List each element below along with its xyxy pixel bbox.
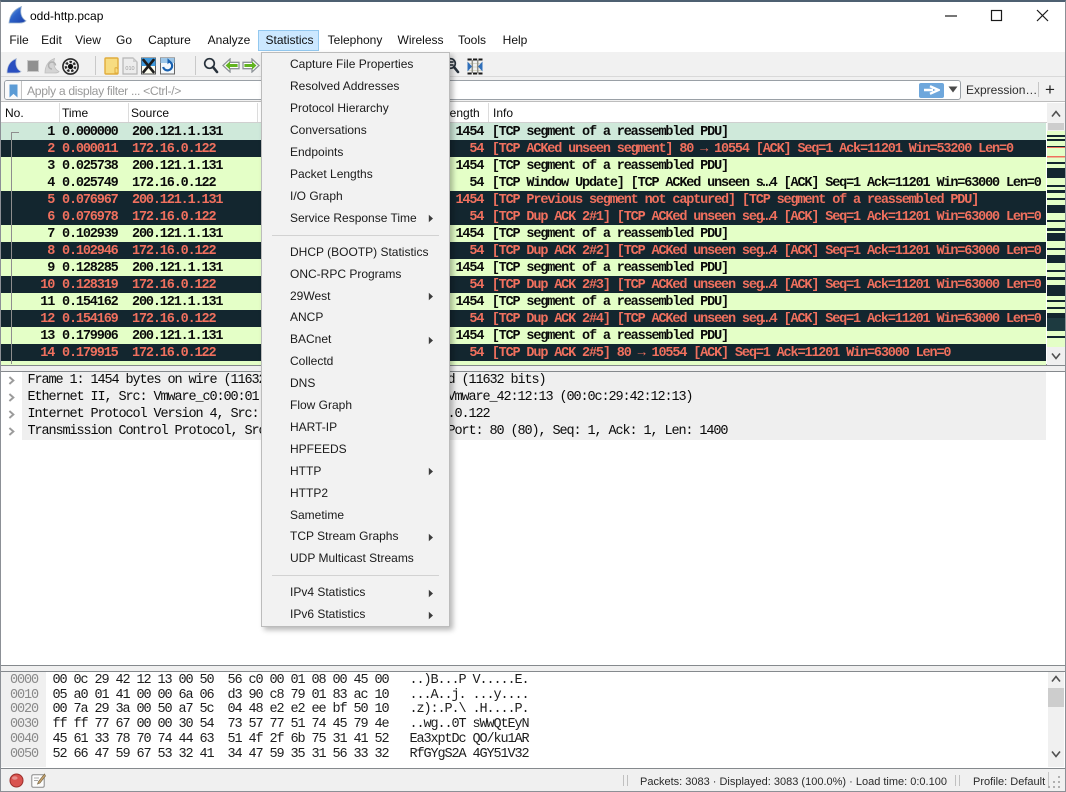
svg-text:010: 010 — [125, 66, 134, 72]
